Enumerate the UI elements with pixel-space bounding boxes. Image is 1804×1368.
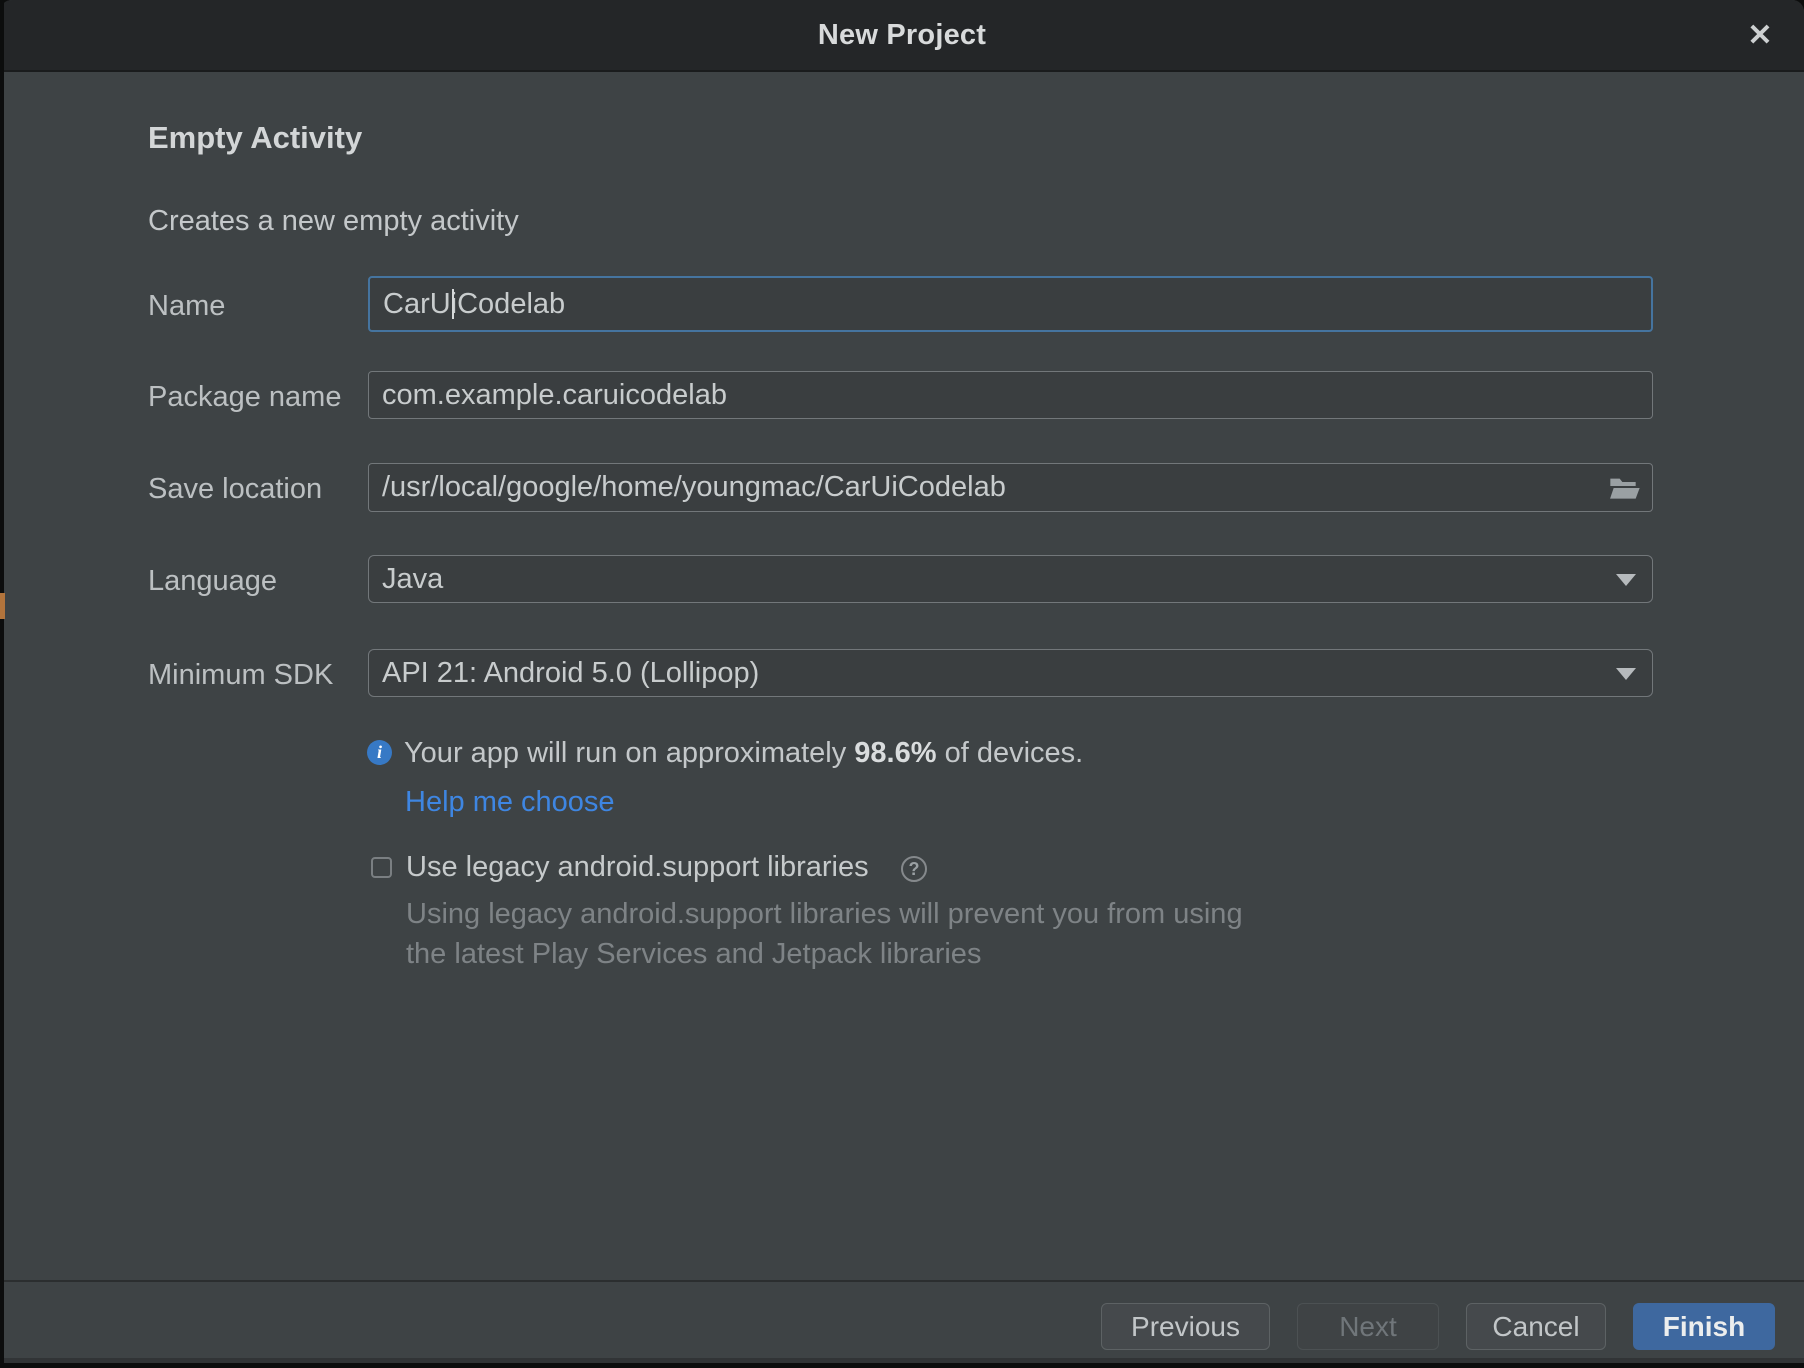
package-name-input[interactable] <box>368 371 1653 419</box>
sdk-coverage-text: Your app will run on approximately 98.6%… <box>404 737 1083 770</box>
language-selected-value: Java <box>382 563 443 596</box>
window-bottom-edge <box>0 1358 1804 1363</box>
help-question-icon[interactable]: ? <box>901 856 927 882</box>
sdk-coverage-prefix: Your app will run on approximately <box>404 737 854 769</box>
help-me-choose-link[interactable]: Help me choose <box>405 786 615 819</box>
info-icon: i <box>367 740 392 765</box>
minimum-sdk-select[interactable]: API 21: Android 5.0 (Lollipop) <box>368 649 1653 697</box>
window-left-edge <box>0 0 4 1368</box>
template-title: Empty Activity <box>148 120 362 156</box>
new-project-dialog: New Project ✕ Empty Activity Creates a n… <box>0 0 1804 1363</box>
minimum-sdk-label: Minimum SDK <box>148 659 333 692</box>
chevron-down-icon <box>1616 574 1636 586</box>
cancel-button[interactable]: Cancel <box>1466 1303 1606 1350</box>
save-location-label: Save location <box>148 473 322 506</box>
sdk-coverage-suffix: of devices. <box>937 737 1084 769</box>
chevron-down-icon <box>1616 668 1636 680</box>
minimum-sdk-selected-value: API 21: Android 5.0 (Lollipop) <box>382 657 759 690</box>
name-input[interactable] <box>368 276 1653 332</box>
language-label: Language <box>148 565 277 598</box>
legacy-description-line2: the latest Play Services and Jetpack lib… <box>406 938 981 971</box>
package-name-label: Package name <box>148 381 341 414</box>
name-label: Name <box>148 290 225 323</box>
folder-icon[interactable] <box>1607 472 1643 504</box>
background-artifact <box>0 593 5 619</box>
legacy-description-line1: Using legacy android.support libraries w… <box>406 898 1243 931</box>
text-caret <box>452 289 454 319</box>
save-location-input[interactable] <box>368 463 1653 512</box>
finish-button[interactable]: Finish <box>1633 1303 1775 1350</box>
template-subtitle: Creates a new empty activity <box>148 205 519 238</box>
previous-button[interactable]: Previous <box>1101 1303 1270 1350</box>
footer-divider <box>0 1280 1804 1282</box>
dialog-titlebar: New Project ✕ <box>0 0 1804 72</box>
dialog-title: New Project <box>0 0 1804 70</box>
next-button: Next <box>1297 1303 1439 1350</box>
legacy-libraries-label: Use legacy android.support libraries <box>406 851 869 884</box>
close-icon[interactable]: ✕ <box>1734 0 1786 70</box>
language-select[interactable]: Java <box>368 555 1653 603</box>
legacy-libraries-checkbox[interactable] <box>371 857 392 878</box>
save-location-field-wrap <box>368 463 1653 512</box>
sdk-coverage-percent: 98.6% <box>854 737 936 769</box>
